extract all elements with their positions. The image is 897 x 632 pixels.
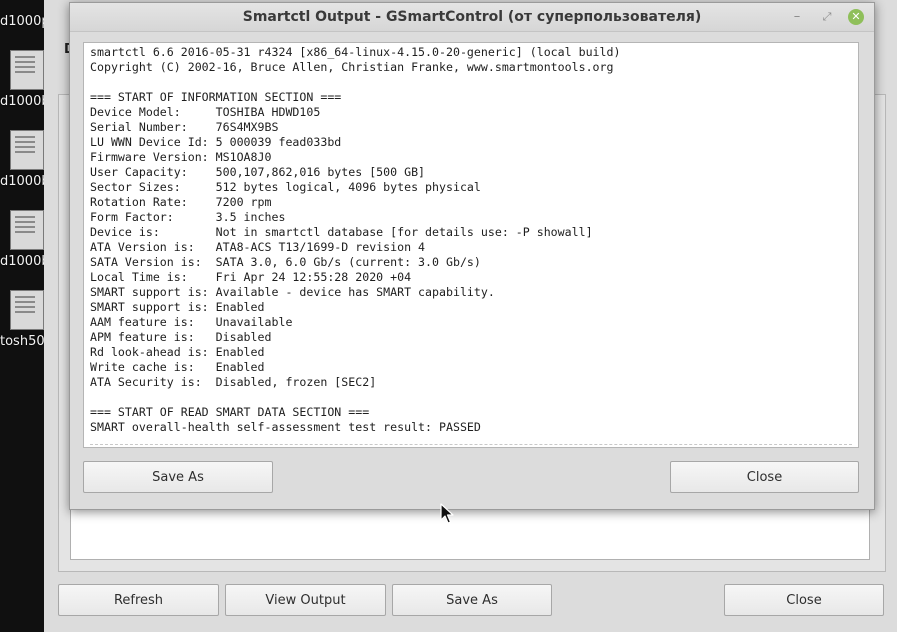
close-button[interactable]: Close (670, 461, 859, 493)
desktop-icon-label[interactable]: d1000b (0, 174, 50, 189)
mouse-pointer-icon (440, 503, 454, 524)
drive-report-file-icon[interactable] (10, 50, 44, 90)
refresh-button[interactable]: Refresh (58, 584, 219, 616)
drive-report-file-icon[interactable] (10, 130, 44, 170)
desktop-icon-label[interactable]: d1000b (0, 94, 50, 109)
desktop-icon-label[interactable]: d1000p (0, 14, 50, 29)
output-text-content: smartctl 6.6 2016-05-31 r4324 [x86_64-li… (90, 45, 621, 434)
parent-status-area[interactable] (70, 508, 870, 560)
save-as-button[interactable]: Save As (83, 461, 273, 493)
drive-report-file-icon[interactable] (10, 210, 44, 250)
parent-close-button[interactable]: Close (724, 584, 884, 616)
desktop-icon-strip: d1000p d1000b d1000b d1000b tosh500 (0, 0, 53, 632)
smartctl-output-text[interactable]: smartctl 6.6 2016-05-31 r4324 [x86_64-li… (83, 42, 859, 448)
dialog-title: Smartctl Output - GSmartControl (от супе… (242, 9, 702, 25)
view-output-button[interactable]: View Output (225, 584, 386, 616)
maximize-icon[interactable]: ⤢ (818, 8, 836, 26)
minimize-icon[interactable]: – (788, 8, 806, 26)
output-bottom-edge (90, 444, 852, 445)
close-icon[interactable]: ✕ (848, 9, 864, 25)
dialog-titlebar[interactable]: Smartctl Output - GSmartControl (от супе… (70, 3, 874, 32)
drive-report-file-icon[interactable] (10, 290, 44, 330)
desktop-icon-label[interactable]: d1000b (0, 254, 50, 269)
parent-save-as-button[interactable]: Save As (392, 584, 552, 616)
smartctl-output-dialog: Smartctl Output - GSmartControl (от супе… (69, 2, 875, 510)
